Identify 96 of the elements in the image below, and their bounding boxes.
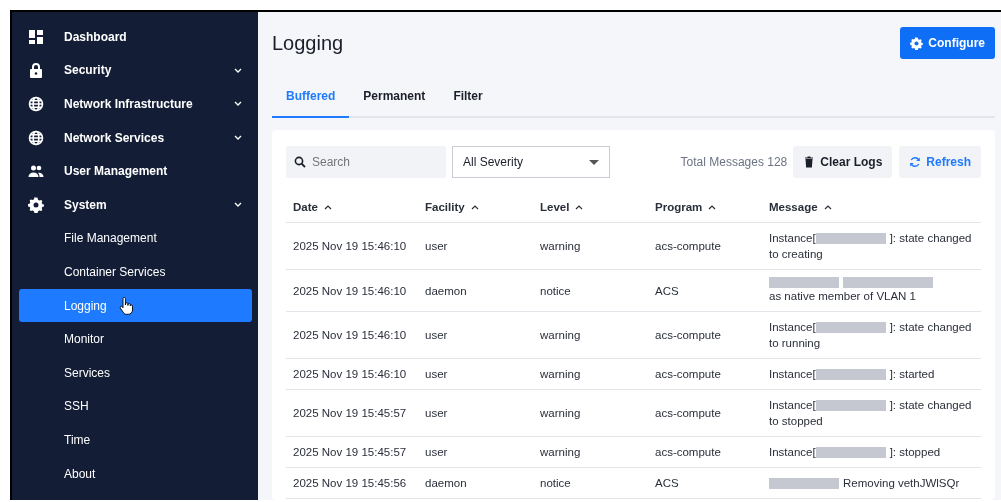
total-messages: Total Messages 128 bbox=[680, 155, 788, 169]
table-cell: user bbox=[425, 240, 448, 252]
column-header[interactable]: Level bbox=[540, 201, 584, 213]
message-text: Instance[ bbox=[769, 367, 816, 382]
message-text: Removing vethJWlSQr bbox=[843, 476, 960, 491]
sidebar-subitem[interactable]: Logging bbox=[19, 288, 252, 323]
sidebar-subitem[interactable]: Services bbox=[19, 355, 252, 390]
redacted-block bbox=[815, 446, 886, 458]
severity-dropdown[interactable]: All Severity bbox=[452, 146, 610, 178]
table-cell: daemon bbox=[425, 477, 467, 489]
sort-up-icon bbox=[470, 204, 479, 210]
table-cell: user bbox=[425, 446, 448, 458]
table-cell: 2025 Nov 19 15:46:10 bbox=[293, 368, 407, 380]
gear-icon bbox=[28, 196, 44, 213]
message-text: ]: state changed bbox=[889, 320, 972, 335]
sidebar-subitem[interactable]: Monitor bbox=[19, 322, 252, 356]
message-text: ]: state changed bbox=[889, 231, 972, 246]
trash-icon bbox=[803, 156, 816, 168]
message-text: ]: started bbox=[889, 367, 935, 382]
table-cell: acs-compute bbox=[655, 446, 721, 458]
message-text: Instance[ bbox=[769, 398, 816, 413]
message-text: as native member of VLAN 1 bbox=[769, 289, 916, 304]
table-cell: daemon bbox=[425, 284, 467, 297]
tab[interactable]: Permanent bbox=[349, 76, 440, 118]
column-header[interactable]: Facility bbox=[425, 201, 479, 213]
dropdown-arrow-icon bbox=[589, 159, 599, 165]
table-cell: warning bbox=[540, 446, 581, 458]
sidebar-subitem[interactable]: Time bbox=[19, 423, 252, 457]
search-icon bbox=[294, 156, 306, 168]
table-cell: 2025 Nov 19 15:46:10 bbox=[293, 284, 407, 297]
dashboard-icon bbox=[28, 28, 44, 45]
sidebar-item[interactable]: Network Infrastructure bbox=[12, 87, 258, 121]
lock-icon bbox=[28, 62, 44, 79]
table-cell: notice bbox=[540, 284, 571, 297]
tab[interactable]: Filter bbox=[439, 76, 497, 118]
table-cell: user bbox=[425, 329, 448, 341]
table-cell: warning bbox=[540, 368, 581, 380]
table-cell: user bbox=[425, 368, 448, 380]
sort-up-icon bbox=[575, 204, 584, 210]
table-cell: 2025 Nov 19 15:45:57 bbox=[293, 407, 407, 419]
table-cell: ACS bbox=[655, 477, 679, 489]
search-field[interactable]: Search bbox=[286, 146, 446, 178]
table-cell: 2025 Nov 19 15:46:10 bbox=[293, 240, 407, 252]
message-text: to creating bbox=[769, 247, 823, 262]
table-cell: acs-compute bbox=[655, 329, 721, 341]
clear-logs-button[interactable]: Clear Logs bbox=[793, 146, 893, 178]
message-text: Instance[ bbox=[769, 320, 816, 335]
users-icon bbox=[28, 163, 44, 180]
message-text: ]: stopped bbox=[889, 445, 941, 460]
redacted-block bbox=[769, 477, 839, 489]
column-header[interactable]: Message bbox=[769, 201, 832, 213]
column-header[interactable]: Program bbox=[655, 201, 717, 213]
sidebar-item[interactable]: System bbox=[12, 187, 258, 222]
table-cell: warning bbox=[540, 407, 581, 419]
message-text: to stopped bbox=[769, 414, 823, 429]
gear-icon bbox=[910, 36, 924, 50]
refresh-icon bbox=[909, 156, 922, 168]
redacted-block bbox=[815, 321, 886, 333]
table-cell: 2025 Nov 19 15:45:57 bbox=[293, 446, 407, 458]
sidebar-item[interactable]: Network Services bbox=[12, 120, 258, 155]
redacted-block bbox=[815, 399, 886, 411]
sidebar-subitem[interactable]: SSH bbox=[19, 389, 252, 424]
column-header[interactable]: Date bbox=[293, 201, 332, 213]
table-cell: acs-compute bbox=[655, 240, 721, 252]
table-cell: 2025 Nov 19 15:46:10 bbox=[293, 329, 407, 341]
message-text: ]: state changed bbox=[889, 398, 972, 413]
redacted-block bbox=[815, 368, 886, 380]
sort-up-icon bbox=[708, 204, 717, 210]
sidebar-subitem[interactable]: File Management bbox=[19, 221, 252, 256]
sidebar-item[interactable]: Security bbox=[12, 53, 258, 88]
table-cell: acs-compute bbox=[655, 368, 721, 380]
message-text: Instance[ bbox=[769, 445, 816, 460]
table-cell: warning bbox=[540, 329, 581, 341]
globe-icon bbox=[28, 129, 44, 146]
redacted-block bbox=[815, 232, 886, 244]
message-text: Instance[ bbox=[769, 231, 816, 246]
sort-up-icon bbox=[823, 204, 832, 210]
sidebar-item[interactable]: User Management bbox=[12, 154, 258, 188]
page-title: Logging bbox=[272, 31, 344, 55]
table-cell: acs-compute bbox=[655, 407, 721, 419]
message-text: to running bbox=[769, 336, 821, 351]
table-cell: ACS bbox=[655, 284, 679, 297]
sidebar-item[interactable]: Dashboard bbox=[12, 20, 258, 54]
tab[interactable]: Buffered bbox=[272, 76, 350, 118]
redacted-block bbox=[769, 277, 839, 288]
table-cell: 2025 Nov 19 15:45:56 bbox=[293, 477, 407, 489]
configure-button[interactable]: Configure bbox=[900, 27, 995, 59]
globe-icon bbox=[28, 96, 44, 112]
sidebar-subitem[interactable]: About bbox=[19, 456, 252, 491]
hand-cursor-icon bbox=[118, 296, 133, 315]
table-cell: notice bbox=[540, 477, 571, 489]
table-cell: warning bbox=[540, 240, 581, 252]
table-cell: user bbox=[425, 407, 448, 419]
sort-up-icon bbox=[323, 204, 332, 210]
sidebar-subitem[interactable]: Container Services bbox=[19, 255, 252, 289]
refresh-button[interactable]: Refresh bbox=[899, 146, 981, 178]
